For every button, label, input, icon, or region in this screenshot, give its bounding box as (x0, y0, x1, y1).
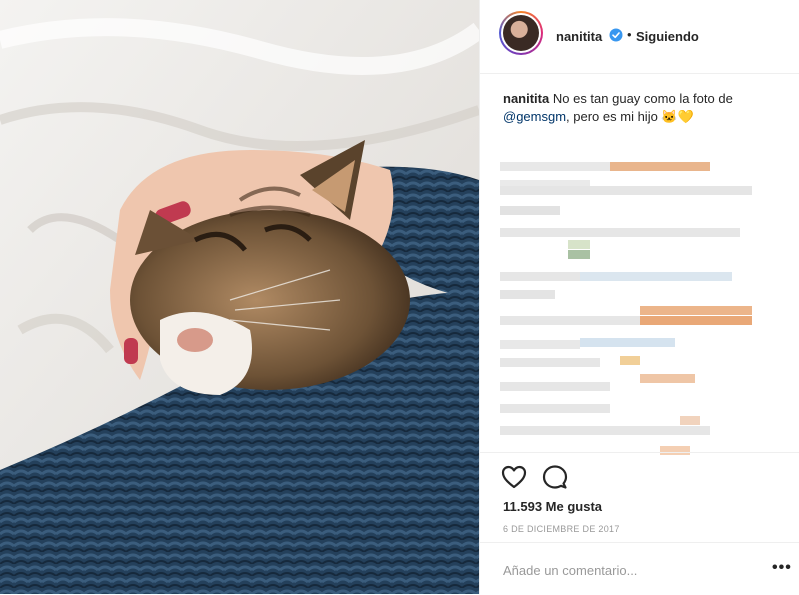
separator-dot: • (627, 27, 632, 42)
username-link[interactable]: nanitita (556, 29, 602, 44)
caption-username[interactable]: nanitita (503, 91, 549, 106)
caption-text-continued: , pero es mi hijo 🐱💛 (566, 109, 694, 124)
caption-text: No es tan guay como la foto de (552, 91, 733, 106)
post-header: nanitita • Siguiendo (480, 0, 799, 74)
following-button[interactable]: Siguiendo (636, 29, 699, 44)
post-date[interactable]: 6 DE DICIEMBRE DE 2017 (503, 524, 620, 534)
verified-badge-icon (609, 28, 623, 42)
post-caption: nanitita No es tan guay como la foto de … (503, 90, 783, 126)
heart-icon[interactable] (501, 465, 527, 489)
post-actions-bar (480, 452, 799, 489)
caption-mention-link[interactable]: @gemsgm (503, 109, 566, 124)
post-sidebar: nanitita • Siguiendo nanitita No es tan … (479, 0, 799, 594)
comment-bubble-icon[interactable] (542, 464, 568, 490)
more-options-icon[interactable]: ••• (772, 559, 792, 577)
likes-count[interactable]: 11.593 Me gusta (503, 499, 602, 514)
comment-input[interactable]: Añade un comentario... (503, 563, 637, 578)
avatar[interactable] (499, 11, 543, 55)
cat-photo-image (0, 0, 479, 594)
comment-bar: Añade un comentario... ••• (480, 542, 799, 595)
post-photo[interactable] (0, 0, 479, 594)
